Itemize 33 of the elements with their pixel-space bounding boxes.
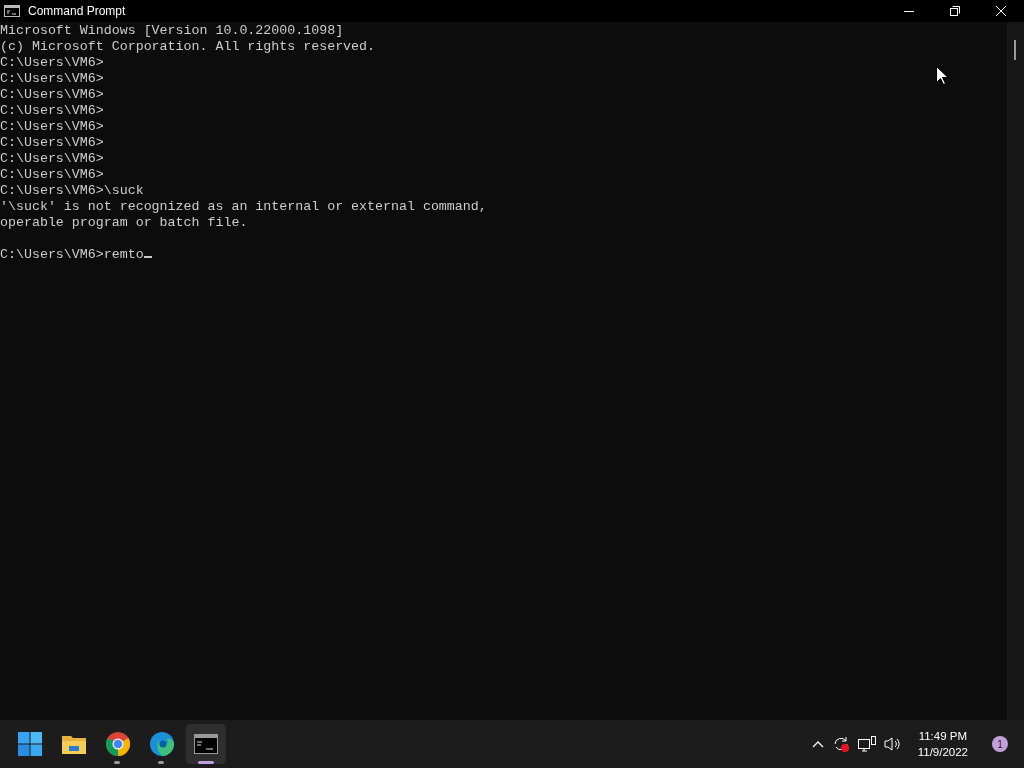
edge-icon (150, 732, 174, 756)
text-cursor (143, 256, 152, 258)
console-line: C:\Users\VM6> (0, 87, 104, 102)
folder-icon (61, 733, 87, 755)
window-title: Command Prompt (28, 3, 126, 20)
notification-badge[interactable]: 1 (992, 736, 1008, 752)
mouse-pointer-icon (936, 66, 948, 85)
speaker-icon[interactable] (883, 736, 902, 752)
network-icon[interactable] (857, 735, 876, 753)
console-line: C:\Users\VM6> (0, 103, 104, 118)
console-line: operable program or batch file. (0, 215, 248, 230)
scrollbar[interactable] (1007, 22, 1024, 720)
restore-icon (950, 6, 960, 16)
console-line: C:\Users\VM6> (0, 119, 104, 134)
terminal-icon (194, 734, 218, 754)
console-line: C:\Users\VM6> (0, 55, 104, 70)
console-line: C:\Users\VM6> (0, 71, 104, 86)
console-line: (c) Microsoft Corporation. All rights reserved. (0, 39, 376, 54)
chevron-up-icon[interactable] (811, 740, 824, 748)
close-icon (996, 6, 1006, 16)
clock[interactable]: 11:49 PM 11/9/2022 (917, 728, 968, 760)
console-line: C:\Users\VM6> (0, 167, 104, 182)
command-input[interactable]: C:\Users\VM6>remto (0, 247, 144, 262)
taskbar-app-button[interactable] (186, 724, 226, 764)
sync-icon[interactable] (831, 735, 850, 753)
console-line: '\suck' is not recognized as an internal or external command, (0, 199, 487, 214)
terminal-icon (4, 5, 20, 17)
chrome-icon (106, 732, 130, 756)
console-line: C:\Users\VM6> (0, 135, 104, 150)
console-line: C:\Users\VM6>\suck (0, 183, 144, 198)
console-line: C:\Users\VM6> (0, 151, 104, 166)
windows-logo-icon (18, 732, 42, 756)
console-line: Microsoft Windows [Version 10.0.22000.1098] (0, 23, 344, 38)
